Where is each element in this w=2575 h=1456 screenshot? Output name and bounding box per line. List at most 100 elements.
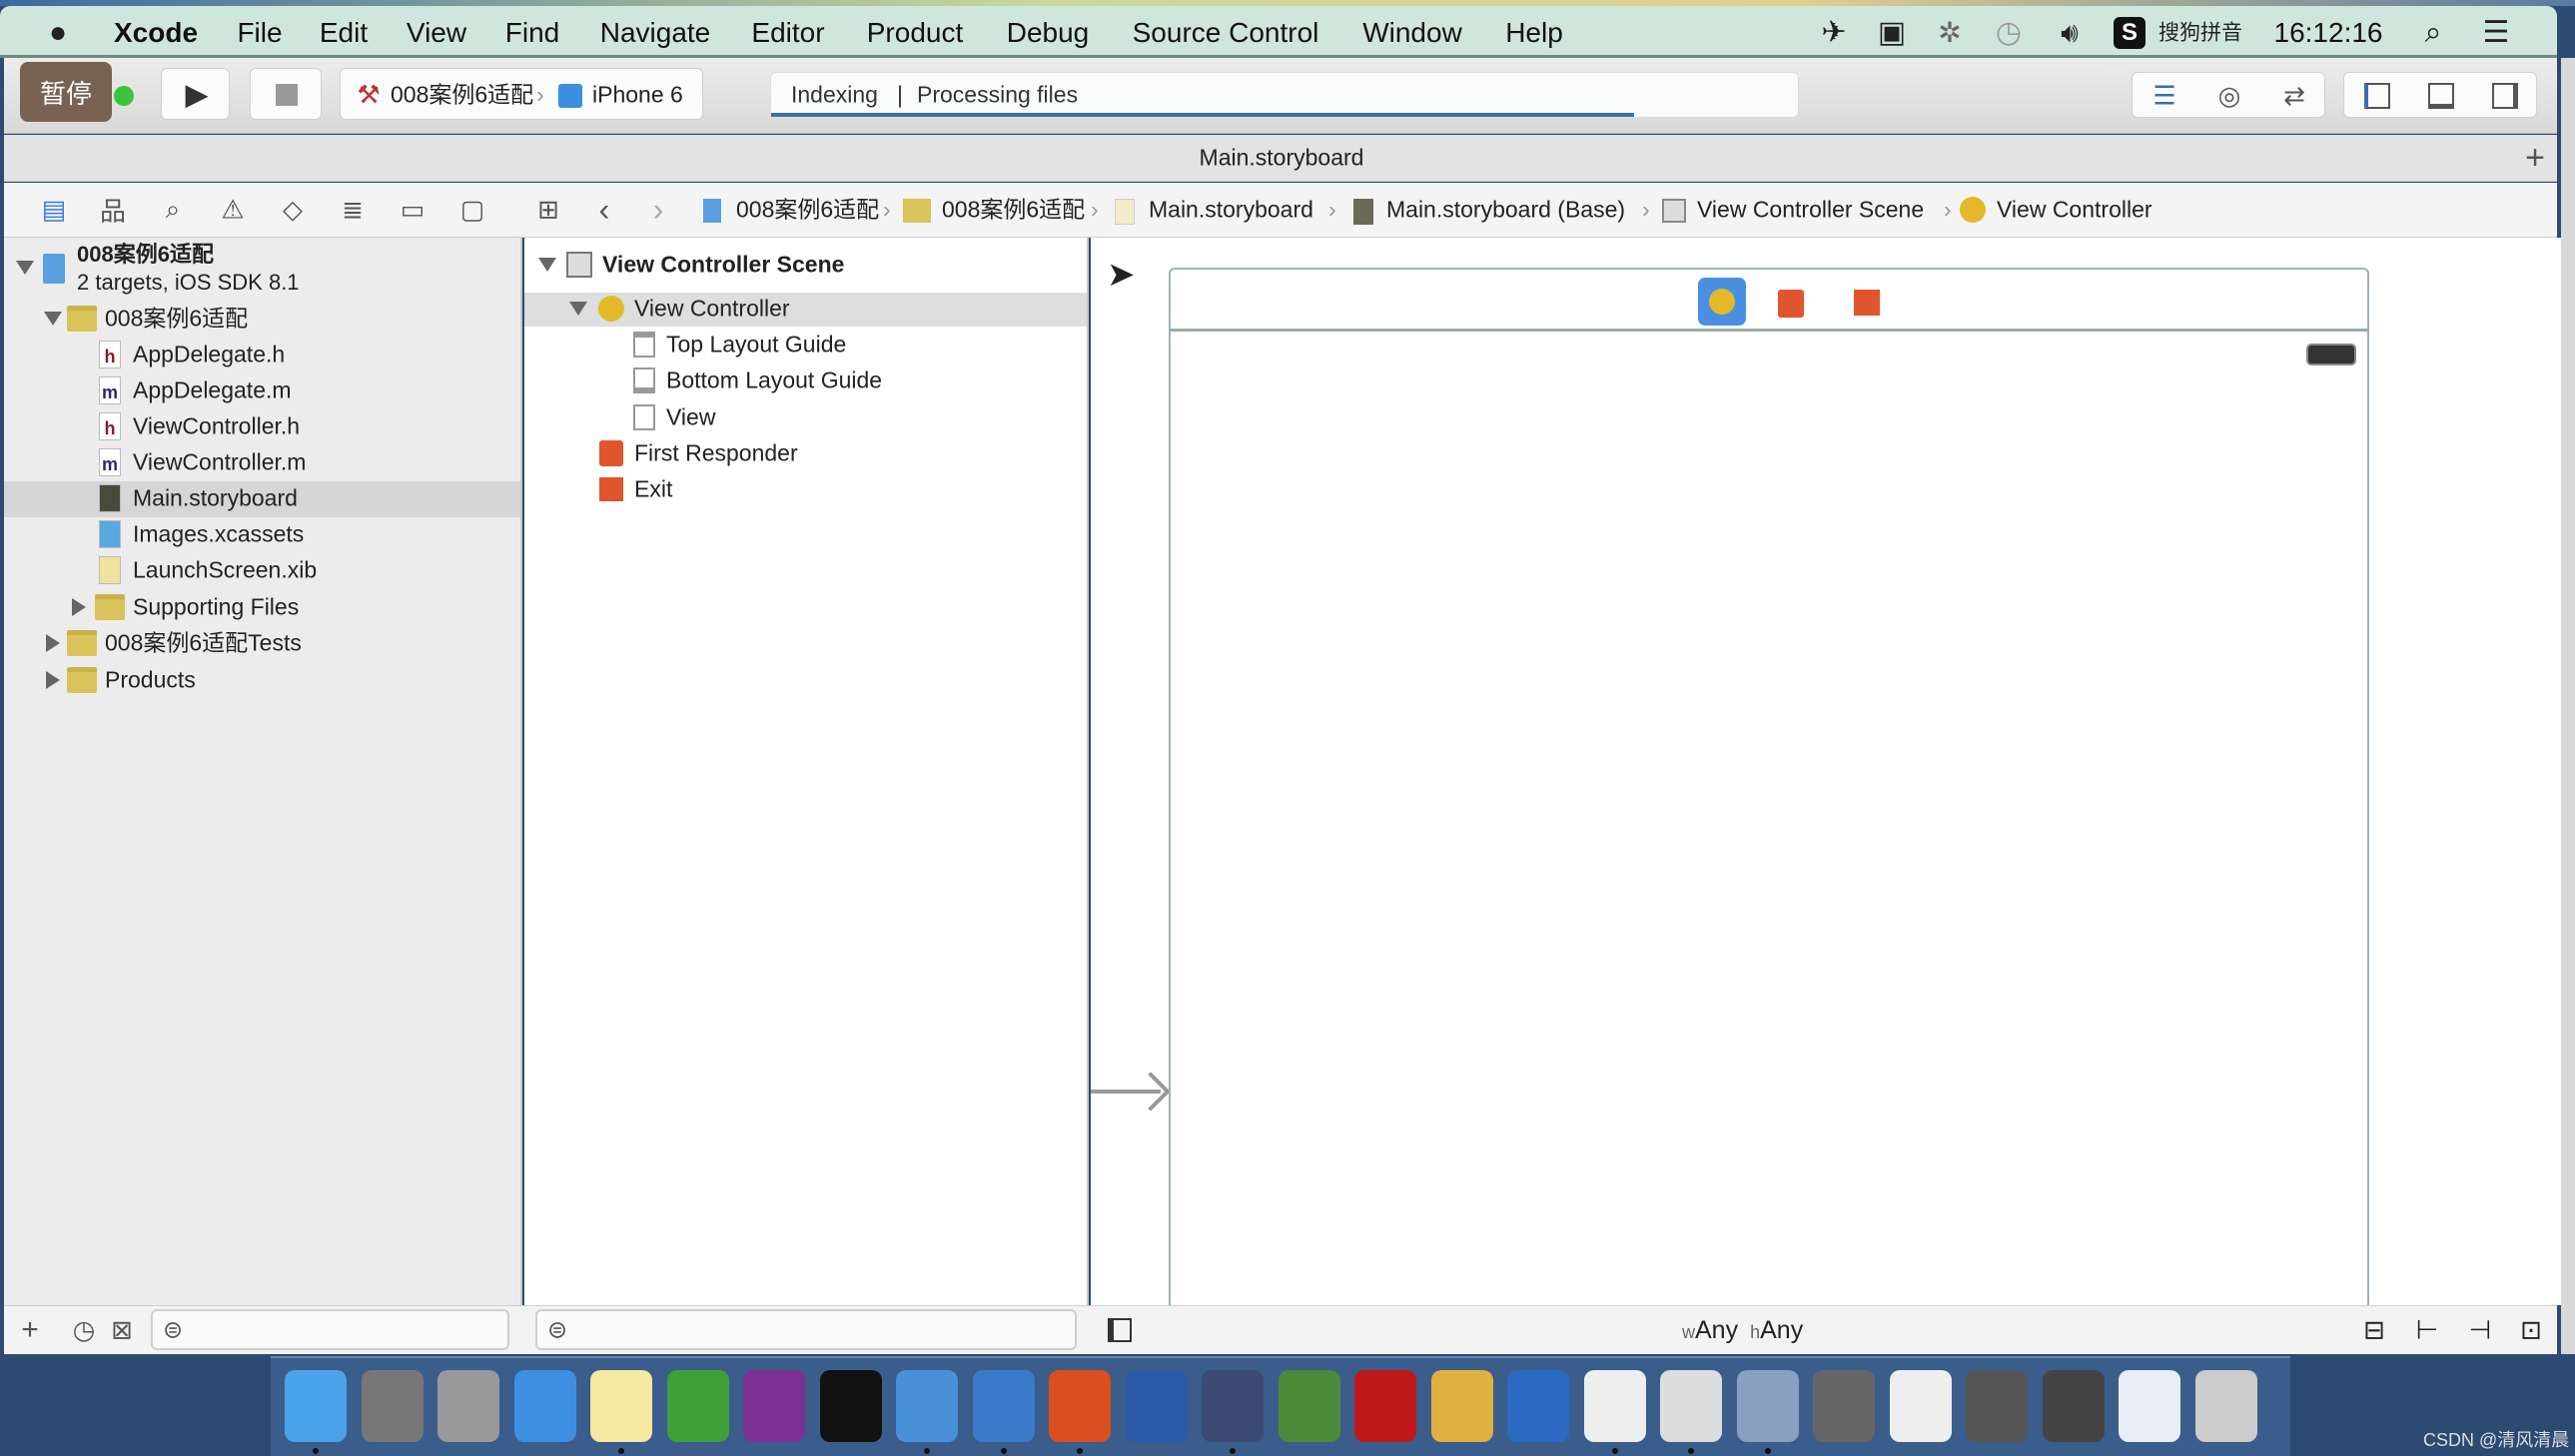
bluetooth-icon[interactable]: ✲ <box>1938 19 1961 47</box>
symbol-navigator-icon[interactable]: 品 <box>100 192 126 229</box>
outline-filter-field[interactable]: ⊜ <box>535 1309 1077 1350</box>
add-file-button[interactable]: + <box>21 1313 39 1347</box>
stop-button[interactable] <box>250 68 322 120</box>
initial-vc-arrow[interactable] <box>1091 1057 1171 1126</box>
disclosure-open-icon[interactable] <box>44 312 62 326</box>
navigator-toggle-icon[interactable] <box>2364 83 2390 109</box>
dock-trash-icon[interactable] <box>2194 1370 2257 1442</box>
products-group[interactable]: Products <box>105 668 196 692</box>
issue-navigator-icon[interactable]: ⚠ <box>221 195 244 226</box>
view-row[interactable]: View <box>666 405 715 429</box>
file-item[interactable]: Images.xcassets <box>133 522 304 546</box>
resolve-issues-icon[interactable]: ⊣ <box>2469 1315 2492 1346</box>
navigator-filter-field[interactable]: ⊜ <box>151 1309 509 1350</box>
dock-xcode-beta-icon[interactable] <box>972 1370 1035 1442</box>
dock-excel-icon[interactable] <box>666 1370 729 1442</box>
debug-area-toggle-icon[interactable] <box>2428 83 2454 109</box>
dock-notes-icon[interactable] <box>590 1370 652 1442</box>
bottom-layout-guide-row[interactable]: Bottom Layout Guide <box>666 368 882 392</box>
menu-product[interactable]: Product <box>867 19 964 47</box>
dock-photo-app-icon[interactable] <box>1202 1370 1264 1442</box>
dock-finder-icon[interactable] <box>285 1370 347 1442</box>
dock-powerpoint-icon[interactable] <box>1049 1370 1111 1442</box>
disclosure-open-icon[interactable] <box>16 261 34 275</box>
dock-xcode-icon[interactable] <box>896 1370 958 1442</box>
menu-window[interactable]: Window <box>1362 19 1462 47</box>
dock-safari-icon[interactable] <box>513 1370 576 1442</box>
jump-item-file[interactable]: Main.storyboard <box>1149 198 1313 222</box>
related-items-icon[interactable]: ⊞ <box>537 195 559 226</box>
disclosure-open-icon[interactable] <box>569 302 587 316</box>
test-navigator-icon[interactable]: ◇ <box>283 195 303 226</box>
pin-icon[interactable]: ⊢ <box>2416 1315 2439 1346</box>
disclosure-closed-icon[interactable] <box>72 598 86 616</box>
dock-instruments-2-icon[interactable] <box>1660 1370 1722 1442</box>
scene-row[interactable]: View Controller Scene <box>602 253 844 277</box>
view-controller-row[interactable]: View Controller <box>634 297 790 321</box>
disclosure-closed-icon[interactable] <box>46 671 60 689</box>
disclosure-closed-icon[interactable] <box>46 634 60 652</box>
dock-paint-app-icon[interactable] <box>1430 1370 1493 1442</box>
storyboard-canvas[interactable]: ➤ <box>1091 238 2561 1306</box>
breakpoint-navigator-icon[interactable]: ▭ <box>401 195 426 226</box>
jump-item-project[interactable]: 008案例6适配 <box>736 198 879 222</box>
first-responder-row[interactable]: First Responder <box>634 441 798 465</box>
dock-window-2-icon[interactable] <box>1889 1370 1952 1442</box>
run-button[interactable]: ▶ <box>161 68 230 120</box>
assistant-editor-icon[interactable]: ◎ <box>2218 81 2241 112</box>
dock-launchpad-icon[interactable] <box>437 1370 499 1442</box>
find-navigator-icon[interactable]: ⌕ <box>166 194 181 226</box>
menu-help[interactable]: Help <box>1505 19 1563 47</box>
scheme-selector[interactable]: ⚒ 008案例6适配 › iPhone 6 <box>340 68 703 120</box>
back-button[interactable]: ‹ <box>599 192 610 229</box>
version-editor-icon[interactable]: ⇄ <box>2283 81 2305 112</box>
menu-navigate[interactable]: Navigate <box>600 19 711 47</box>
menu-debug[interactable]: Debug <box>1007 19 1090 47</box>
dock-word-icon[interactable] <box>1507 1370 1569 1442</box>
jump-item-vc[interactable]: View Controller <box>1997 198 2152 222</box>
spotlight-icon[interactable]: ⌕ <box>2425 18 2442 48</box>
menu-xcode[interactable]: Xcode <box>114 19 198 47</box>
dock-instruments-icon[interactable] <box>1583 1370 1646 1442</box>
jump-item-base[interactable]: Main.storyboard (Base) <box>1386 198 1625 222</box>
supporting-files-group[interactable]: Supporting Files <box>133 595 299 619</box>
dock-filezilla-icon[interactable] <box>1354 1370 1416 1442</box>
dock-window-3-icon[interactable] <box>1966 1370 2028 1442</box>
exit-row[interactable]: Exit <box>634 477 672 501</box>
outline-toggle-icon[interactable] <box>1108 1318 1132 1342</box>
screen-record-icon[interactable]: ▣ <box>1878 18 1906 48</box>
airplane-icon[interactable]: ✈ <box>1821 18 1846 48</box>
align-icon[interactable]: ⊟ <box>2363 1315 2385 1346</box>
resizing-icon[interactable]: ⊡ <box>2520 1315 2542 1346</box>
add-tab-button[interactable]: + <box>2525 141 2545 175</box>
file-item[interactable]: AppDelegate.h <box>133 343 285 366</box>
top-layout-guide-row[interactable]: Top Layout Guide <box>666 333 846 357</box>
source-control-filter-icon[interactable]: ⊠ <box>111 1315 133 1346</box>
pause-badge[interactable]: 暂停 <box>20 62 112 122</box>
menu-editor[interactable]: Editor <box>751 19 824 47</box>
notification-center-icon[interactable]: ☰ <box>2483 18 2510 48</box>
menu-source-control[interactable]: Source Control <box>1133 19 1319 47</box>
menu-view[interactable]: View <box>407 19 466 47</box>
log-navigator-icon[interactable]: ▢ <box>460 195 485 226</box>
debug-navigator-icon[interactable]: ≣ <box>342 195 364 226</box>
menu-edit[interactable]: Edit <box>320 19 368 47</box>
file-item[interactable]: ViewController.h <box>133 414 300 438</box>
file-item[interactable]: Main.storyboard <box>133 486 298 510</box>
apple-icon[interactable]: ● <box>49 18 67 48</box>
dock-system-preferences-icon[interactable] <box>361 1370 424 1442</box>
utilities-toggle-icon[interactable] <box>2492 83 2518 109</box>
dock-window-1-icon[interactable] <box>1813 1370 1875 1442</box>
view-controller-scene[interactable] <box>1169 268 2369 1306</box>
view-controller-dock-icon[interactable] <box>1698 278 1746 326</box>
exit-dock-icon[interactable] <box>1854 290 1880 316</box>
disclosure-open-icon[interactable] <box>538 258 556 272</box>
file-item[interactable]: AppDelegate.m <box>133 378 292 402</box>
tab-main-storyboard[interactable]: Main.storyboard <box>1200 146 1364 170</box>
clock[interactable]: 16:12:16 <box>2274 19 2383 47</box>
dock-onenote-icon[interactable] <box>743 1370 805 1442</box>
menu-file[interactable]: File <box>237 19 282 47</box>
project-navigator-icon[interactable]: ▤ <box>42 195 67 226</box>
jump-item-group[interactable]: 008案例6适配 <box>942 198 1085 222</box>
recent-files-icon[interactable]: ◷ <box>73 1315 96 1346</box>
